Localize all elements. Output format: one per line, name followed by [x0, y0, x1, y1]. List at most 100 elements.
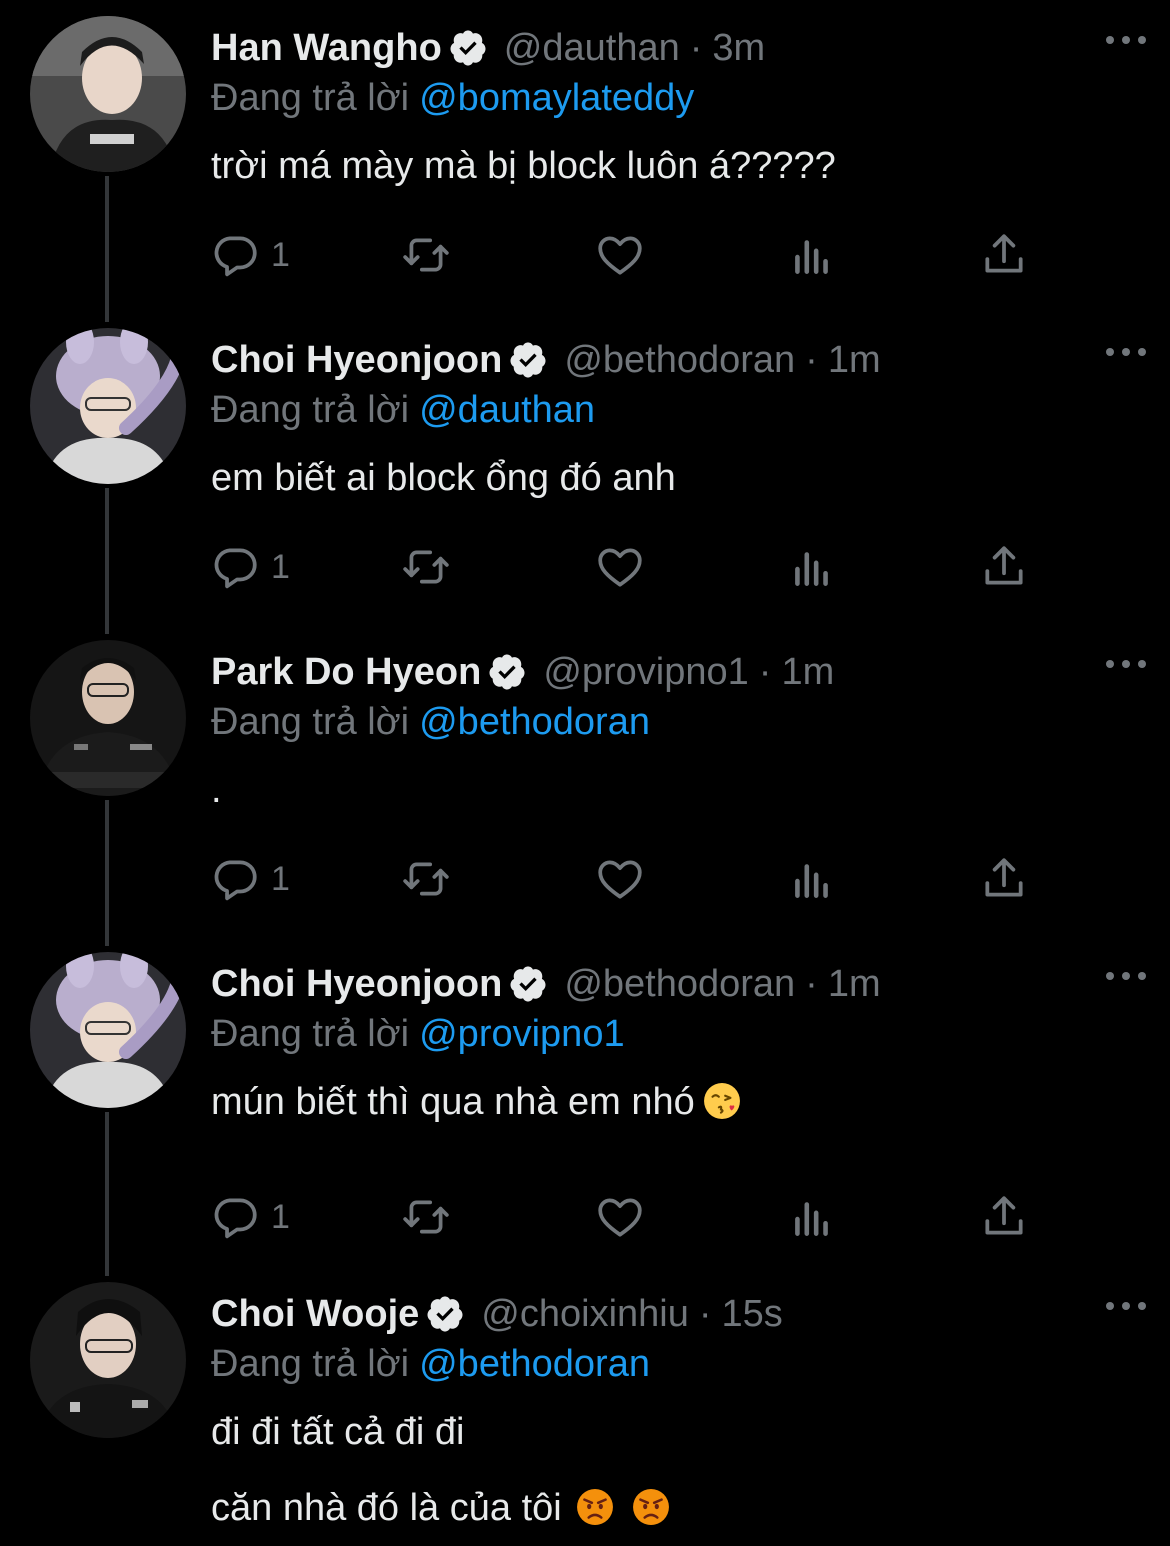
reply-count: 1: [271, 235, 290, 274]
more-options-icon[interactable]: [1106, 342, 1146, 362]
reply-icon: [214, 236, 257, 277]
tweet-actions: 1: [211, 1190, 1051, 1244]
retweet-button[interactable]: [401, 540, 451, 594]
display-name[interactable]: Choi Hyeonjoon: [211, 334, 502, 386]
share-button[interactable]: [979, 540, 1029, 594]
tweet-text: trời má mày mà bị block luôn á?????: [211, 138, 836, 194]
like-button[interactable]: [595, 852, 645, 906]
handle[interactable]: @choixinhiu: [481, 1288, 689, 1340]
more-options-icon[interactable]: [1106, 1296, 1146, 1316]
timestamp[interactable]: 3m: [712, 22, 765, 74]
share-icon: [985, 1196, 1023, 1235]
tweet-header: Choi Hyeonjoon @bethodoran · 1m: [211, 334, 881, 386]
reply-prefix: Đang trả lời: [211, 77, 410, 119]
tweet-text-line: .: [211, 769, 222, 811]
reply-mention[interactable]: @dauthan: [419, 389, 595, 431]
like-button[interactable]: [595, 1190, 645, 1244]
reply-context: Đang trả lời @provipno1: [211, 1008, 625, 1060]
retweet-button[interactable]: [401, 228, 451, 282]
tweet[interactable]: Choi Hyeonjoon @bethodoran · 1m Đang trả…: [0, 936, 1170, 1266]
reply-button[interactable]: 1: [211, 852, 290, 906]
avatar[interactable]: [30, 328, 186, 484]
avatar[interactable]: [30, 640, 186, 796]
reply-thread: Han Wangho @dauthan · 3m Đang trả lời @bo…: [0, 0, 1170, 1533]
tweet-text-line: đi đi tất cả đi đi: [211, 1411, 465, 1453]
reply-context: Đang trả lời @bethodoran: [211, 1338, 650, 1390]
like-icon: [598, 1198, 642, 1237]
reply-count: 1: [271, 547, 290, 586]
reply-icon: [214, 860, 257, 901]
more-options-icon[interactable]: [1106, 654, 1146, 674]
views-button[interactable]: [787, 228, 837, 282]
handle[interactable]: @bethodoran: [564, 334, 795, 386]
views-button[interactable]: [787, 540, 837, 594]
avatar[interactable]: [30, 952, 186, 1108]
share-button[interactable]: [979, 852, 1029, 906]
reply-mention[interactable]: @bethodoran: [419, 701, 650, 743]
verified-badge-icon: [510, 966, 546, 1002]
share-icon: [985, 234, 1023, 273]
reply-count: 1: [271, 859, 290, 898]
like-button[interactable]: [595, 540, 645, 594]
like-button[interactable]: [595, 228, 645, 282]
retweet-button[interactable]: [401, 852, 451, 906]
share-icon: [985, 858, 1023, 897]
reply-button[interactable]: 1: [211, 228, 290, 282]
face-blowing-kiss-emoji: [703, 1083, 740, 1119]
reply-button[interactable]: 1: [211, 540, 290, 594]
reply-prefix: Đang trả lời: [211, 1013, 410, 1055]
retweet-icon: [403, 1200, 449, 1234]
angry-face-emoji: [632, 1489, 669, 1525]
display-name[interactable]: Park Do Hyeon: [211, 646, 481, 698]
share-button[interactable]: [979, 1190, 1029, 1244]
like-icon: [598, 860, 642, 899]
retweet-icon: [403, 862, 449, 896]
reply-mention[interactable]: @provipno1: [419, 1013, 624, 1055]
tweet[interactable]: Choi Hyeonjoon @bethodoran · 1m Đang trả…: [0, 312, 1170, 624]
avatar[interactable]: [30, 16, 186, 172]
tweet-text: .: [211, 762, 222, 818]
tweet[interactable]: Han Wangho @dauthan · 3m Đang trả lời @bo…: [0, 0, 1170, 312]
tweet-text-line: căn nhà đó là của tôi: [211, 1470, 670, 1546]
reply-mention[interactable]: @bomaylateddy: [419, 77, 694, 119]
display-name[interactable]: Choi Wooje: [211, 1288, 419, 1340]
display-name[interactable]: Han Wangho: [211, 22, 442, 74]
views-button[interactable]: [787, 1190, 837, 1244]
tweet-text: em biết ai block ổng đó anh: [211, 450, 676, 506]
display-name[interactable]: Choi Hyeonjoon: [211, 958, 502, 1010]
reply-icon: [214, 1198, 257, 1239]
verified-badge-icon: [489, 654, 525, 690]
views-icon: [795, 864, 828, 898]
verified-badge-icon: [510, 342, 546, 378]
avatar[interactable]: [30, 1282, 186, 1438]
separator-dot: ·: [758, 651, 772, 693]
tweet-header: Han Wangho @dauthan · 3m: [211, 22, 765, 74]
tweet-text-content: mún biết thì qua nhà em nhó: [211, 1081, 695, 1123]
tweet-header: Choi Wooje @choixinhiu · 15s: [211, 1288, 783, 1340]
tweet[interactable]: Choi Wooje @choixinhiu · 15s Đang trả lờ…: [0, 1266, 1170, 1533]
timestamp[interactable]: 1m: [828, 958, 881, 1010]
timestamp[interactable]: 15s: [722, 1288, 783, 1340]
more-options-icon[interactable]: [1106, 966, 1146, 986]
share-icon: [985, 546, 1023, 585]
reply-mention[interactable]: @bethodoran: [419, 1343, 650, 1385]
share-button[interactable]: [979, 228, 1029, 282]
more-options-icon[interactable]: [1106, 30, 1146, 50]
tweet-actions: 1: [211, 228, 1051, 282]
handle[interactable]: @bethodoran: [564, 958, 795, 1010]
tweet-header: Choi Hyeonjoon @bethodoran · 1m: [211, 958, 881, 1010]
verified-badge-icon: [427, 1296, 463, 1332]
handle[interactable]: @dauthan: [504, 22, 680, 74]
reply-icon: [214, 548, 257, 589]
handle[interactable]: @provipno1: [543, 646, 748, 698]
reply-button[interactable]: 1: [211, 1190, 290, 1244]
tweet-text-line: mún biết thì qua nhà em nhó: [211, 1074, 741, 1130]
tweet-actions: 1: [211, 852, 1051, 906]
tweet[interactable]: Park Do Hyeon @provipno1 · 1m Đang trả l…: [0, 624, 1170, 936]
retweet-button[interactable]: [401, 1190, 451, 1244]
views-button[interactable]: [787, 852, 837, 906]
timestamp[interactable]: 1m: [828, 334, 881, 386]
verified-badge-icon: [450, 30, 486, 66]
timestamp[interactable]: 1m: [781, 646, 834, 698]
tweet-text-line: trời má mày mà bị block luôn á?????: [211, 145, 836, 187]
